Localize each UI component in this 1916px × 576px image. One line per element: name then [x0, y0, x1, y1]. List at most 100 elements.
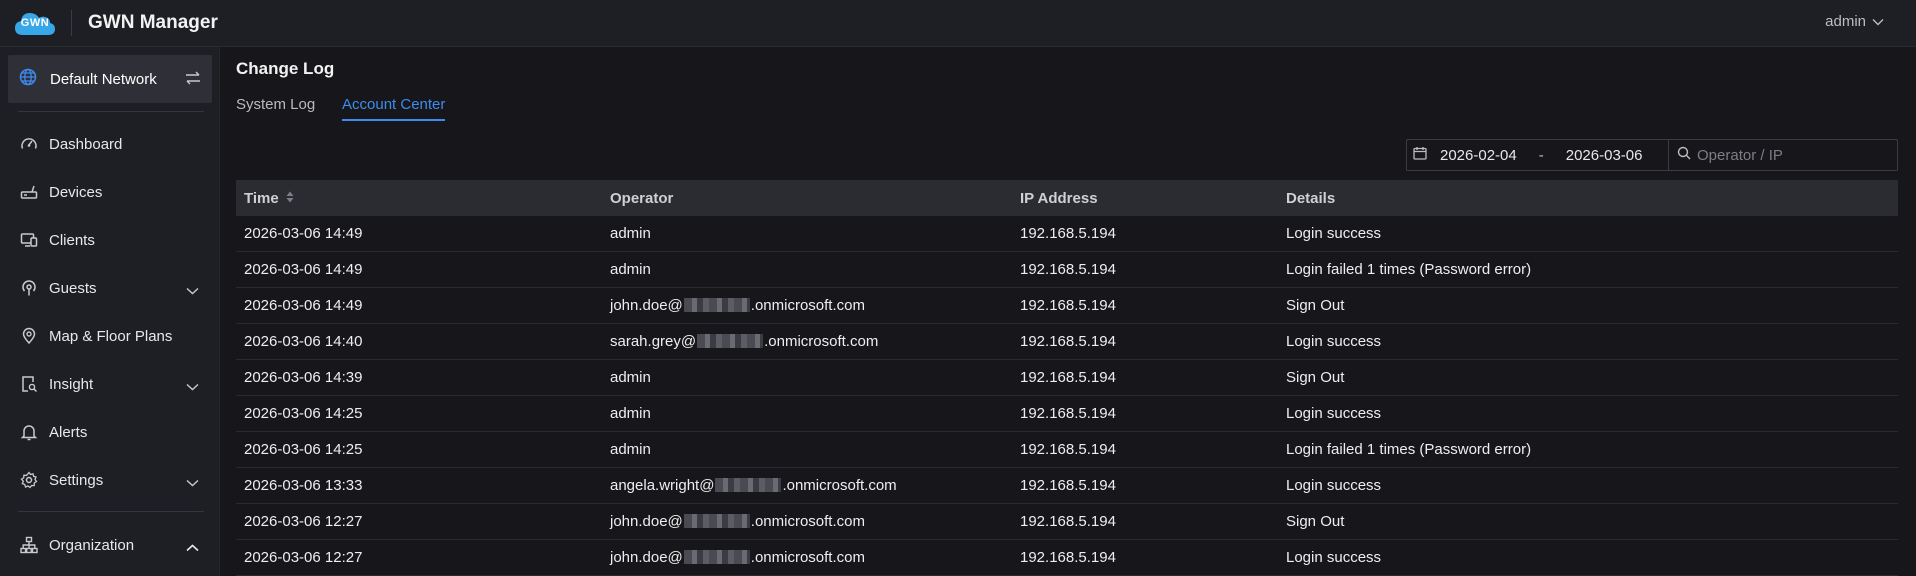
cell-ip: 192.168.5.194: [1020, 405, 1116, 422]
cell-time: 2026-03-06 13:33: [244, 477, 363, 494]
network-name: Default Network: [50, 70, 157, 88]
table-row: 2026-03-06 14:49 john.doe@ .onmicrosoft.c…: [236, 288, 1898, 324]
operator-domain: .onmicrosoft.com: [764, 333, 879, 350]
search-input[interactable]: [1697, 141, 1897, 169]
sidebar-item-label: Settings: [49, 471, 104, 489]
sidebar-item-label: Map & Floor Plans: [49, 327, 173, 345]
report-search-icon: [19, 374, 39, 394]
page-title: Change Log: [236, 59, 335, 78]
chevron-down-icon: [1872, 18, 1884, 26]
operator-text: admin: [610, 261, 651, 278]
cell-time: 2026-03-06 14:49: [244, 261, 363, 278]
sidebar-item-label: Organization: [49, 536, 135, 554]
operator-text: admin: [610, 225, 651, 242]
map-pin-icon: [19, 326, 39, 346]
bell-icon: [19, 422, 39, 442]
cell-ip: 192.168.5.194: [1020, 333, 1116, 350]
globe-icon: [19, 68, 37, 90]
sidebar-item-map-floor-plans[interactable]: Map & Floor Plans: [0, 316, 219, 356]
cell-time: 2026-03-06 14:25: [244, 441, 363, 458]
sidebar-item-label: Clients: [49, 231, 95, 249]
sidebar-divider: [18, 111, 204, 112]
operator-text: sarah.grey@: [610, 333, 697, 350]
sidebar-item-insight[interactable]: Insight: [0, 364, 219, 404]
tab-account-center[interactable]: Account Center: [342, 96, 446, 121]
sidebar-item-dashboard[interactable]: Dashboard: [0, 124, 219, 164]
cell-details: Sign Out: [1286, 513, 1345, 530]
speedometer-icon: [19, 134, 39, 154]
cell-time: 2026-03-06 14:39: [244, 369, 363, 386]
column-header-details: Details: [1286, 189, 1336, 207]
network-selector[interactable]: Default Network: [8, 55, 212, 103]
sidebar-item-clients[interactable]: Clients: [0, 220, 219, 260]
chevron-up-icon: [186, 539, 199, 556]
column-header-time[interactable]: Time: [236, 190, 610, 207]
cell-details: Login success: [1286, 405, 1382, 422]
swap-icon[interactable]: [185, 70, 201, 90]
operator-domain: .onmicrosoft.com: [750, 549, 865, 566]
cell-ip: 192.168.5.194: [1020, 477, 1116, 494]
sidebar-item-label: Dashboard: [49, 135, 123, 153]
table-row: 2026-03-06 14:25 admin 192.168.5.194 Log…: [236, 396, 1898, 432]
table-row: 2026-03-06 14:49 admin 192.168.5.194 Log…: [236, 252, 1898, 288]
tab-system-log[interactable]: System Log: [236, 96, 315, 119]
cell-time: 2026-03-06 12:27: [244, 549, 363, 566]
sort-icon[interactable]: [286, 190, 294, 207]
operator-text: admin: [610, 441, 651, 458]
cell-time: 2026-03-06 12:27: [244, 513, 363, 530]
sidebar-item-label: Alerts: [49, 423, 88, 441]
sidebar-item-devices[interactable]: Devices: [0, 172, 219, 212]
sidebar-item-label: Devices: [49, 183, 103, 201]
operator-text: john.doe@: [610, 513, 683, 530]
operator-text: john.doe@: [610, 297, 683, 314]
user-menu[interactable]: admin: [1825, 13, 1884, 30]
operator-domain: .onmicrosoft.com: [750, 513, 865, 530]
cell-details: Login success: [1286, 549, 1382, 566]
date-separator: -: [1538, 146, 1544, 164]
redacted-block: [683, 514, 750, 528]
table-row: 2026-03-06 14:39 admin 192.168.5.194 Sig…: [236, 360, 1898, 396]
cell-details: Login failed 1 times (Password error): [1286, 261, 1532, 278]
chevron-down-icon: [186, 378, 199, 395]
sidebar-item-settings[interactable]: Settings: [0, 460, 219, 500]
table-row: 2026-03-06 14:25 admin 192.168.5.194 Log…: [236, 432, 1898, 468]
wifi-signal-icon: [19, 278, 39, 298]
cell-details: Sign Out: [1286, 369, 1345, 386]
column-header-ip: IP Address: [1020, 189, 1098, 207]
date-end: 2026-03-06: [1565, 146, 1643, 164]
chevron-down-icon: [186, 474, 199, 491]
app-title: GWN Manager: [88, 12, 218, 33]
operator-domain: .onmicrosoft.com: [782, 477, 897, 494]
date-range-picker[interactable]: 2026-02-04 - 2026-03-06: [1407, 140, 1669, 170]
gear-icon: [19, 470, 39, 490]
sidebar-divider: [18, 511, 204, 512]
cell-time: 2026-03-06 14:49: [244, 225, 363, 242]
redacted-block: [683, 298, 750, 312]
cell-time: 2026-03-06 14:49: [244, 297, 363, 314]
sidebar-item-alerts[interactable]: Alerts: [0, 412, 219, 452]
cell-ip: 192.168.5.194: [1020, 261, 1116, 278]
cell-operator: admin: [610, 261, 1020, 278]
cell-operator: angela.wright@ .onmicrosoft.com: [610, 477, 1020, 494]
sidebar-item-guests[interactable]: Guests: [0, 268, 219, 308]
operator-text: angela.wright@: [610, 477, 715, 494]
cell-details: Login success: [1286, 225, 1382, 242]
sidebar: Default Network Dashboard Devices Client…: [0, 47, 220, 576]
main-content: Change Log System Log Account Center 202…: [220, 47, 1916, 576]
cell-operator: john.doe@ .onmicrosoft.com: [610, 513, 1020, 530]
table-row: 2026-03-06 12:27 john.doe@ .onmicrosoft.c…: [236, 540, 1898, 576]
monitor-device-icon: [19, 230, 39, 250]
cell-ip: 192.168.5.194: [1020, 549, 1116, 566]
sidebar-item-organization[interactable]: Organization: [0, 525, 219, 565]
cell-time: 2026-03-06 14:25: [244, 405, 363, 422]
date-start: 2026-02-04: [1440, 146, 1517, 164]
cell-ip: 192.168.5.194: [1020, 225, 1116, 242]
gwn-logo[interactable]: GWN: [14, 9, 56, 37]
search-icon: [1677, 146, 1691, 164]
cell-time: 2026-03-06 14:40: [244, 333, 363, 350]
sidebar-item-label: Guests: [49, 279, 97, 297]
cell-ip: 192.168.5.194: [1020, 297, 1116, 314]
table-row: 2026-03-06 12:27 john.doe@ .onmicrosoft.c…: [236, 504, 1898, 540]
cell-ip: 192.168.5.194: [1020, 369, 1116, 386]
calendar-icon: [1413, 146, 1427, 164]
